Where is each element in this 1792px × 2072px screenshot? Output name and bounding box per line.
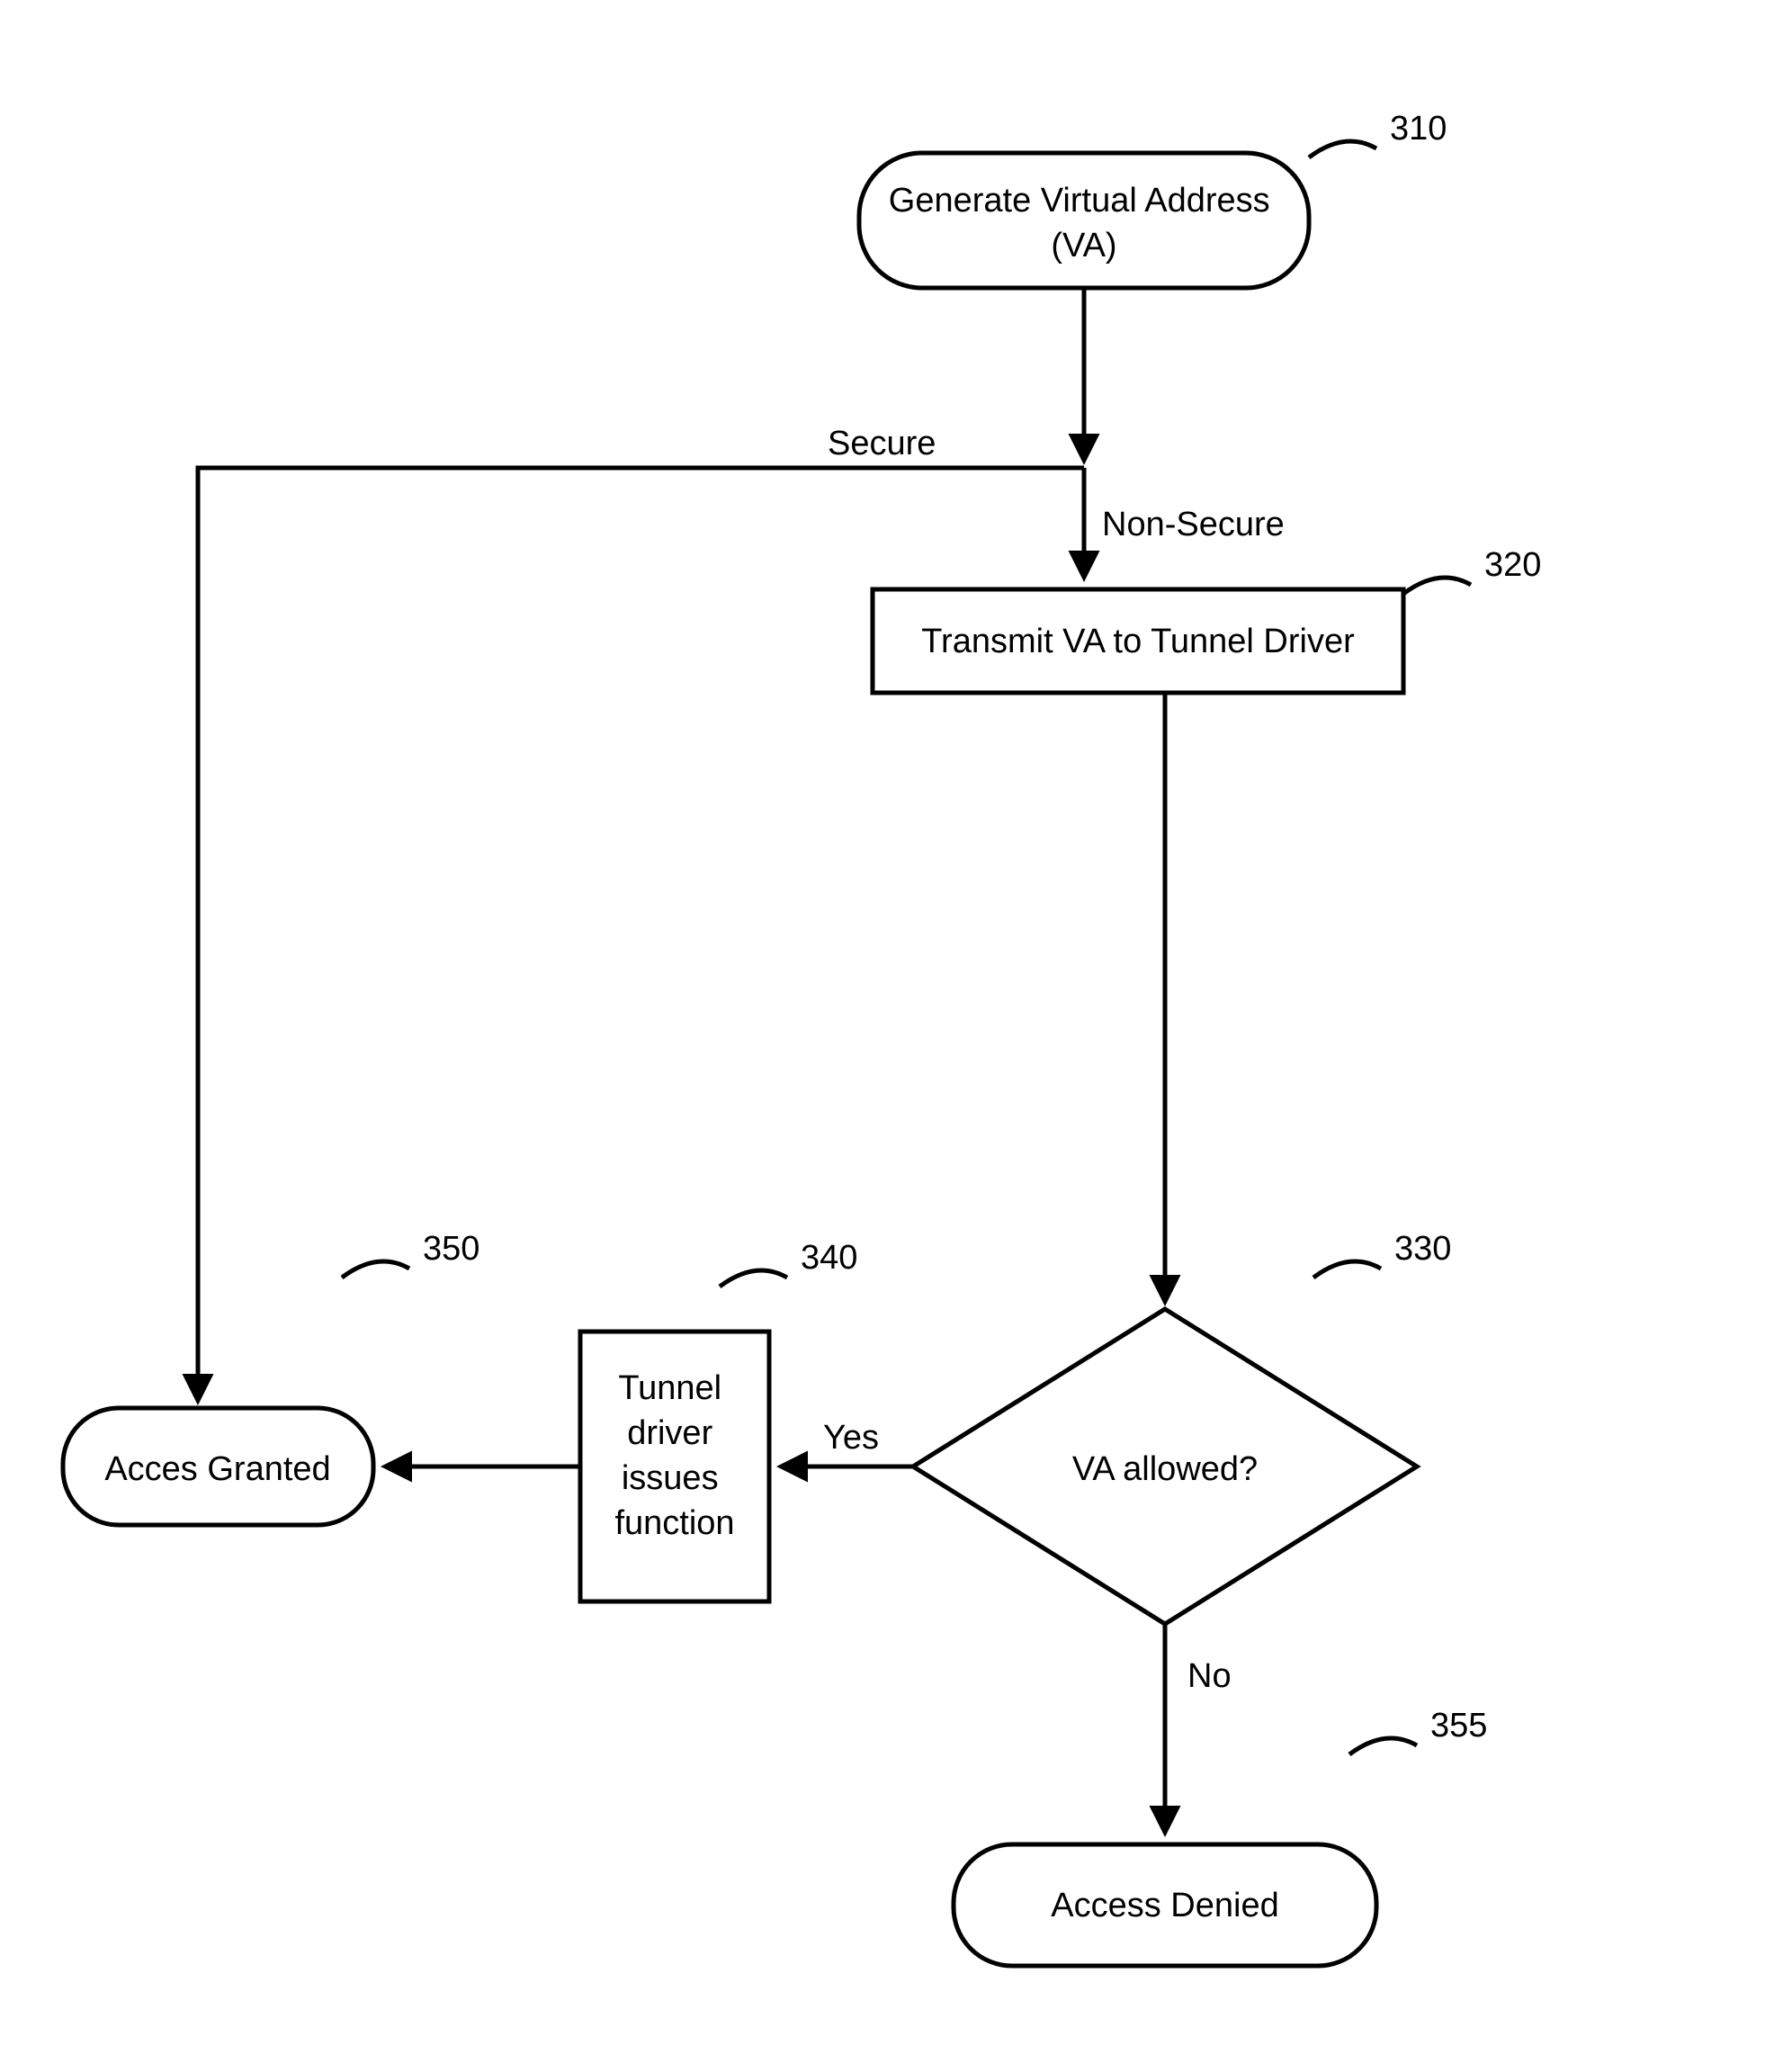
node-access-denied-text: Access Denied (1051, 1887, 1278, 1924)
edge-yes-label: Yes (823, 1419, 879, 1457)
node-generate-va-line1: Generate Virtual Address (889, 182, 1270, 220)
node-va-allowed-text: VA allowed? (1072, 1450, 1258, 1488)
node-generate-va-line2: (VA) (1051, 227, 1116, 265)
edge-no-label: No (1187, 1657, 1232, 1695)
node-access-granted-text: Acces Granted (104, 1450, 330, 1488)
ref-355-label: 355 (1430, 1707, 1487, 1745)
ref-350: 350 (342, 1230, 479, 1278)
node-transmit-va: Transmit VA to Tunnel Driver (873, 589, 1403, 693)
node-tunnel-line3: issues (622, 1459, 719, 1497)
ref-355: 355 (1349, 1707, 1487, 1754)
ref-320-label: 320 (1484, 546, 1541, 584)
node-transmit-va-text: Transmit VA to Tunnel Driver (921, 623, 1355, 660)
ref-350-label: 350 (423, 1230, 479, 1268)
node-tunnel-line1: Tunnel (618, 1369, 721, 1407)
ref-340: 340 (720, 1239, 857, 1287)
node-access-granted: Acces Granted (63, 1408, 373, 1525)
ref-310-label: 310 (1390, 110, 1447, 148)
ref-340-label: 340 (801, 1239, 857, 1277)
node-access-denied: Access Denied (954, 1844, 1376, 1966)
flowchart-canvas: Generate Virtual Address (VA) 310 Secure… (0, 0, 1792, 2072)
node-generate-va: Generate Virtual Address (VA) (859, 153, 1309, 288)
edge-nonsecure-label: Non-Secure (1102, 506, 1285, 543)
node-tunnel-line4: function (614, 1504, 734, 1542)
ref-330: 330 (1313, 1230, 1451, 1278)
ref-320: 320 (1403, 546, 1541, 594)
node-tunnel-driver-function: Tunnel driver issues function (580, 1332, 769, 1601)
ref-330-label: 330 (1394, 1230, 1451, 1268)
ref-310: 310 (1309, 110, 1447, 157)
edge-secure-label: Secure (828, 425, 936, 462)
node-va-allowed: VA allowed? (913, 1309, 1417, 1624)
node-tunnel-line2: driver (627, 1414, 712, 1452)
